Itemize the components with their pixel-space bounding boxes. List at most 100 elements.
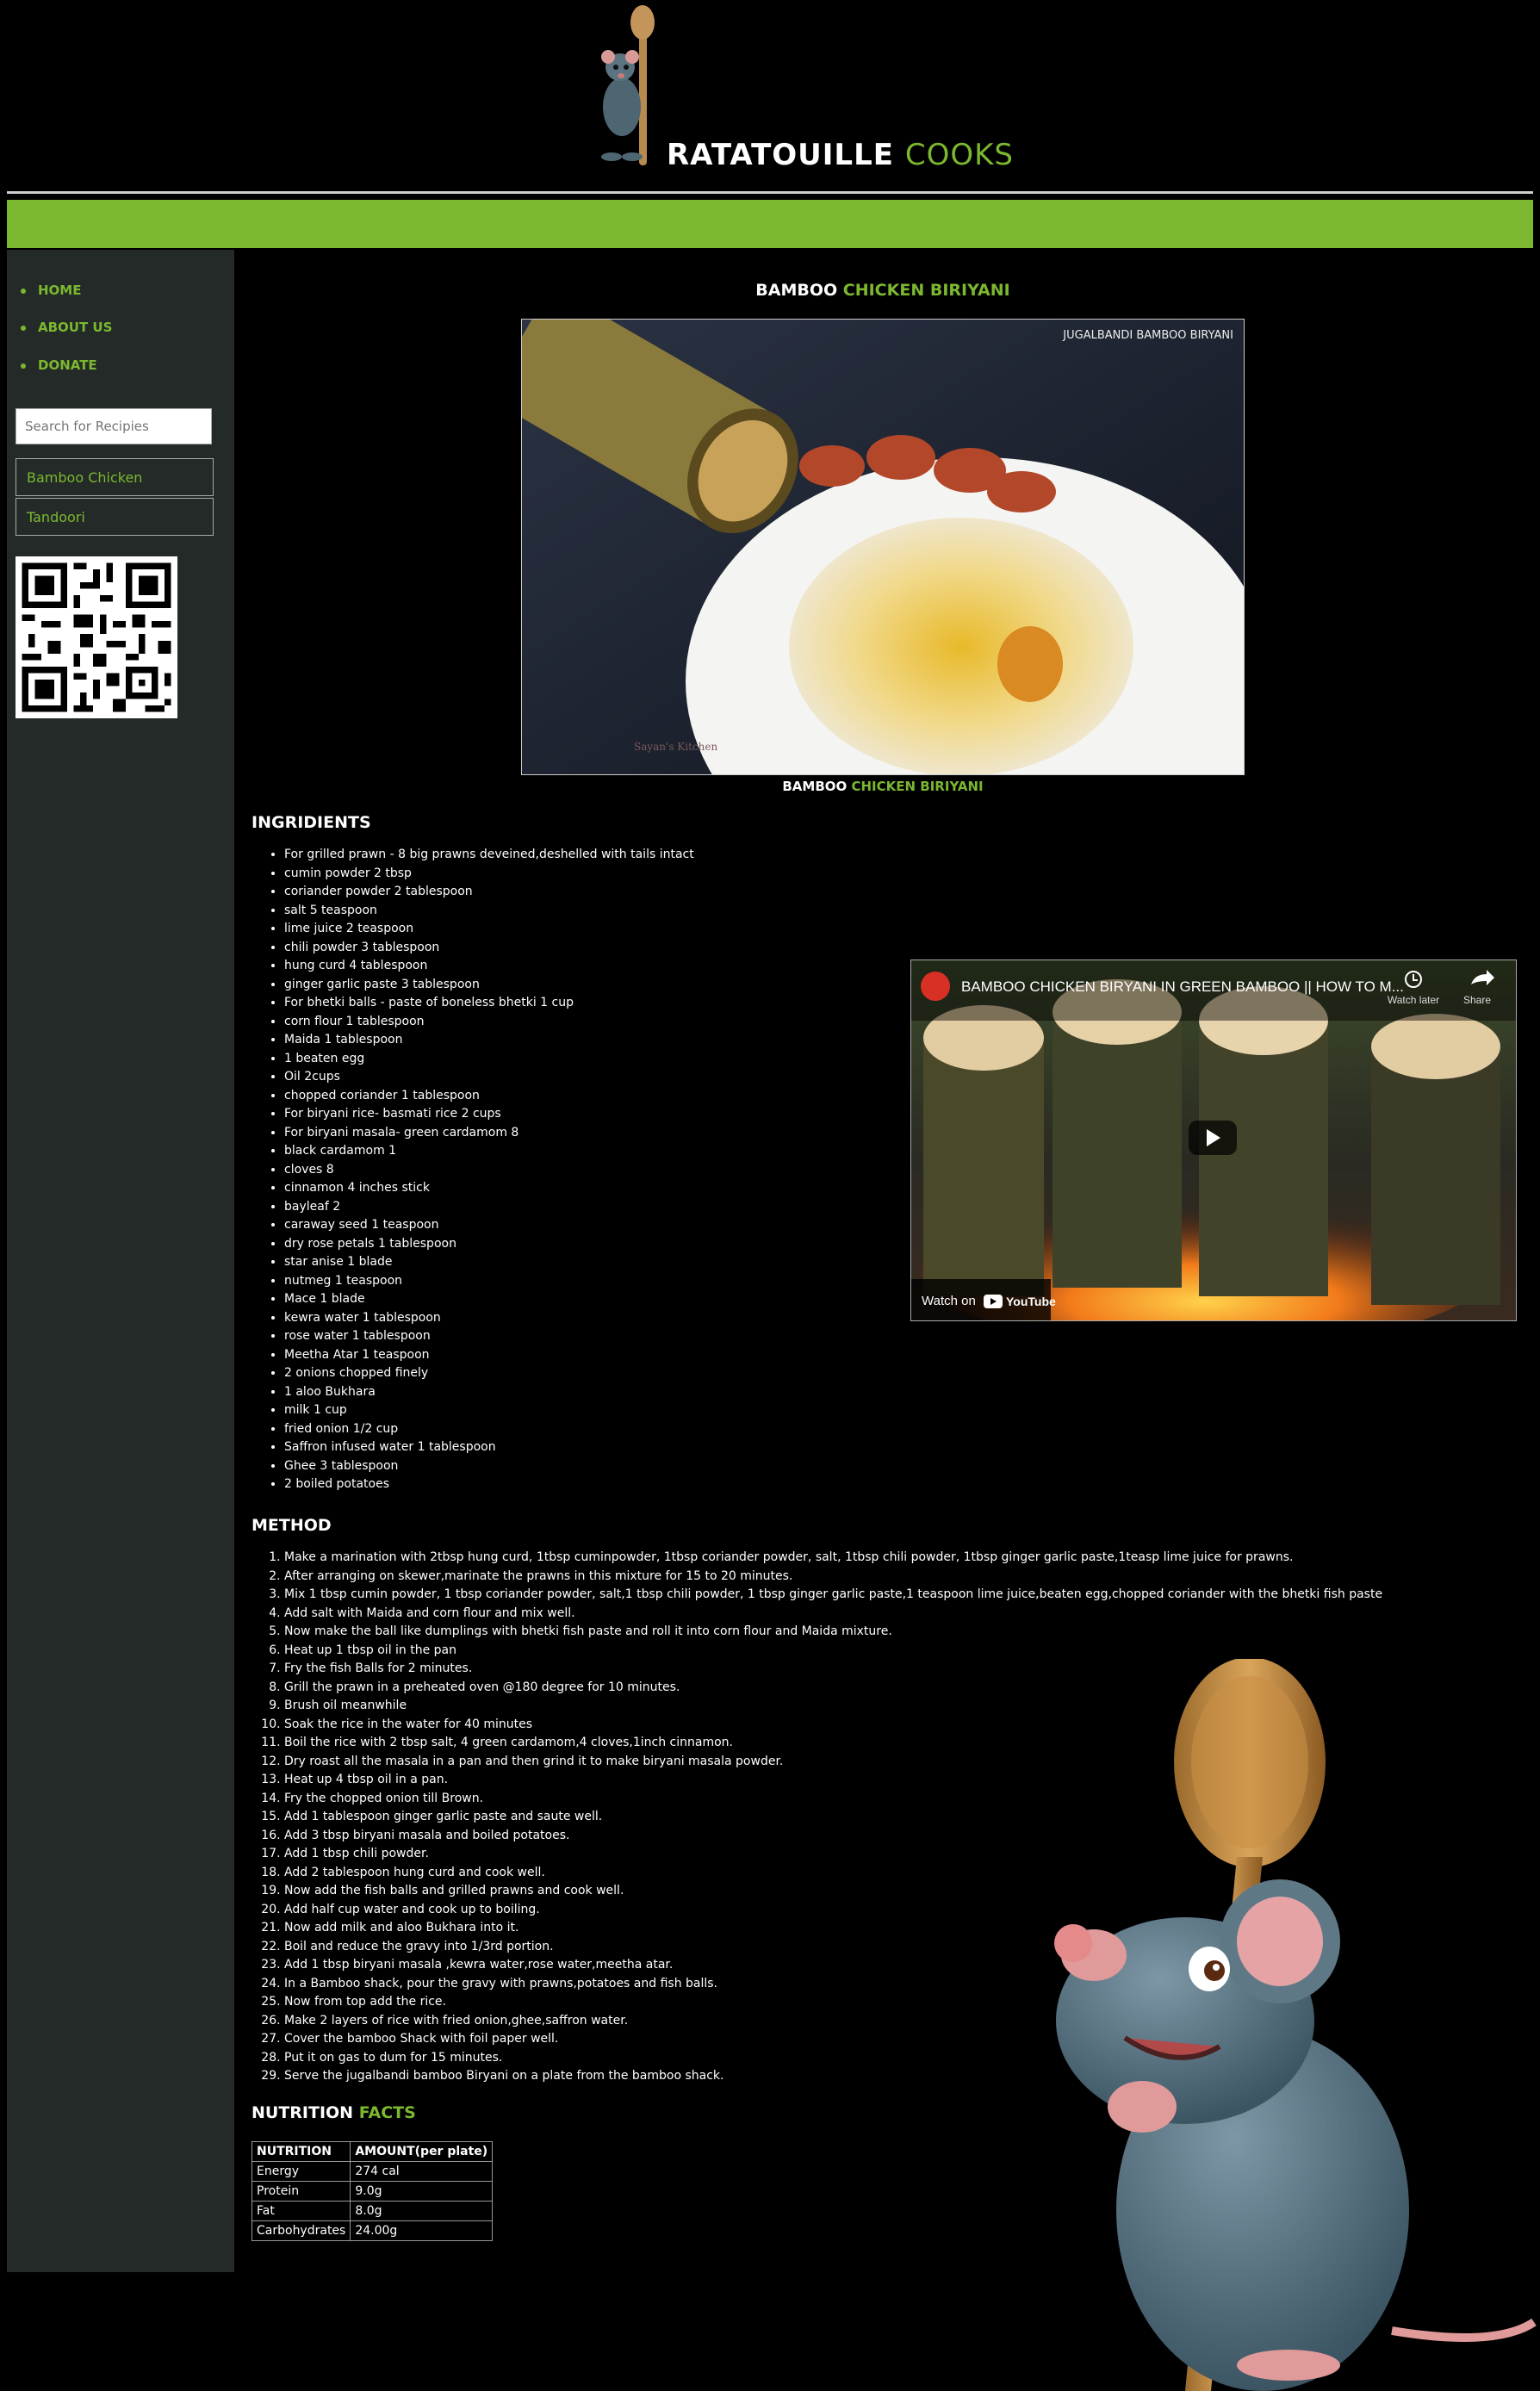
dish-title: BAMBOO CHICKEN BIRIYANI [251,281,1514,300]
table-cell: Protein [251,2181,351,2202]
site-title-part1: RATATOUILLE [667,138,905,172]
table-cell: 24.00g [350,2220,494,2241]
play-button[interactable] [1189,1121,1237,1155]
nutrition-heading: NUTRITION FACTS [251,2103,416,2122]
video-thumbnail: BAMBOO CHICKEN BIRYANI IN GREEN BAMBOO |… [911,960,1516,1320]
ingredient-item: rose water 1 tablespoon [284,1327,694,1346]
recipe-link-label: Bamboo Chicken [27,469,143,486]
nutrition-heading-part1: NUTRITION [251,2103,359,2122]
table-header: NUTRITION [251,2141,351,2162]
ingredient-item: hung curd 4 tablespoon [284,957,694,976]
ingredient-item: Saffron infused water 1 tablespoon [284,1438,694,1457]
table-cell: Fat [251,2201,351,2221]
table-cell: 274 cal [350,2161,494,2182]
ingredient-item: 1 beaten egg [284,1050,694,1069]
ingredients-heading: INGRIDIENTS [251,813,371,832]
site-header: RATATOUILLE COOKS [0,0,1540,189]
watch-on-label: Watch on [922,1294,976,1308]
nav-donate[interactable]: DONATE [21,357,97,373]
ingredient-item: milk 1 cup [284,1401,694,1420]
ingredient-item: Maida 1 tablespoon [284,1031,694,1050]
ingredient-item: fried onion 1/2 cup [284,1420,694,1439]
ingredient-item: Mace 1 blade [284,1290,694,1309]
nutrition-table: NUTRITION AMOUNT(per plate) Energy 274 c… [251,2141,494,2241]
bullet-icon [21,363,26,369]
ingredient-item: kewra water 1 tablespoon [284,1309,694,1328]
photo-caption-part2: CHICKEN BIRIYANI [851,779,984,794]
table-header-row: NUTRITION AMOUNT(per plate) [251,2141,494,2162]
ingredient-item: black cardamom 1 [284,1142,694,1161]
photo-caption-part1: BAMBOO [782,779,852,794]
ingredient-item: dry rose petals 1 tablespoon [284,1235,694,1254]
recipe-search-input[interactable] [16,408,212,444]
ingredient-item: 2 onions chopped finely [284,1364,694,1383]
table-row: Energy 274 cal [251,2161,494,2182]
ingredient-item: Ghee 3 tablespoon [284,1457,694,1476]
nav-home[interactable]: HOME [21,283,81,298]
video-title[interactable]: BAMBOO CHICKEN BIRYANI IN GREEN BAMBOO |… [961,978,1404,995]
ingredient-item: For bhetki balls - paste of boneless bhe… [284,994,694,1013]
photo-caption: BAMBOO CHICKEN BIRIYANI [251,779,1514,794]
site-title[interactable]: RATATOUILLE COOKS [667,138,1014,172]
recipe-link-label: Tandoori [27,509,85,525]
bullet-icon [21,325,26,331]
ingredient-item: coriander powder 2 tablespoon [284,883,694,902]
ingredient-item: caraway seed 1 teaspoon [284,1216,694,1235]
table-cell: Carbohydrates [251,2220,351,2241]
ingredient-item: 1 aloo Bukhara [284,1383,694,1402]
method-step: Now make the ball like dumplings with bh… [284,1623,1382,1642]
photo-watermark: Sayan's Kitchen [634,741,717,753]
photo-overlay-text: JUGALBANDI BAMBOO BIRYANI [1062,329,1233,342]
table-row: Fat 8.0g [251,2201,494,2221]
ingredient-item: lime juice 2 teaspoon [284,920,694,939]
table-cell: 9.0g [350,2181,494,2202]
green-banner [7,200,1533,248]
table-cell: 8.0g [350,2201,494,2221]
share-label[interactable]: Share [1463,994,1491,1006]
ingredient-item: star anise 1 blade [284,1253,694,1272]
ingredient-item: cumin powder 2 tbsp [284,865,694,884]
rat-chef-illustration [1054,1659,1537,2391]
ingredient-item: For biryani rice- basmati rice 2 cups [284,1105,694,1124]
header-divider [7,191,1533,194]
nutrition-heading-part2: FACTS [358,2103,416,2122]
recipe-link-tandoori[interactable]: Tandoori [16,498,214,536]
dish-photo: JUGALBANDI BAMBOO BIRYANI Sayan's Kitche… [521,319,1245,775]
ingredient-item: cloves 8 [284,1161,694,1180]
rat-chef-logo [601,5,655,165]
ingredient-item: For grilled prawn - 8 big prawns deveine… [284,846,694,865]
nav-donate-label: DONATE [38,357,97,373]
table-header: AMOUNT(per plate) [350,2141,494,2162]
nav-about-us[interactable]: ABOUT US [21,320,112,335]
site-title-part2: COOKS [904,138,1014,172]
recipe-link-bamboo-chicken[interactable]: Bamboo Chicken [16,458,214,496]
ingredient-item: 2 boiled potatoes [284,1475,694,1494]
dish-title-part2: CHICKEN BIRIYANI [842,281,1010,300]
method-heading: METHOD [251,1516,332,1535]
ingredient-item: salt 5 teaspoon [284,902,694,921]
watch-later-label[interactable]: Watch later [1388,994,1439,1006]
bullet-icon [21,288,26,294]
method-step: Mix 1 tbsp cumin powder, 1 tbsp coriande… [284,1586,1382,1605]
method-step: After arranging on skewer,marinate the p… [284,1568,1382,1587]
method-step: Make a marination with 2tbsp hung curd, … [284,1549,1382,1568]
ingredient-item: chopped coriander 1 tablespoon [284,1087,694,1106]
nav-home-label: HOME [38,283,82,298]
watch-on-youtube-button[interactable]: Watch on YouTube [911,1279,1056,1320]
ingredients-list: For grilled prawn - 8 big prawns deveine… [251,846,694,1494]
biryani-image: JUGALBANDI BAMBOO BIRYANI Sayan's Kitche… [522,320,1244,774]
method-step: Heat up 1 tbsp oil in the pan [284,1642,1382,1661]
method-step: Add salt with Maida and corn flour and m… [284,1605,1382,1624]
table-row: Carbohydrates 24.00g [251,2220,494,2241]
ingredient-item: nutmeg 1 teaspoon [284,1272,694,1291]
table-row: Protein 9.0g [251,2181,494,2202]
sidebar: HOME ABOUT US DONATE Bamboo Chicken Tand… [7,250,234,2272]
ingredient-item: Meetha Atar 1 teaspoon [284,1346,694,1365]
ingredient-item: chili powder 3 tablespoon [284,939,694,958]
youtube-embed[interactable]: BAMBOO CHICKEN BIRYANI IN GREEN BAMBOO |… [910,960,1517,1321]
ingredient-item: For biryani masala- green cardamom 8 [284,1124,694,1143]
ingredient-item: Oil 2cups [284,1068,694,1087]
youtube-label: YouTube [1006,1295,1056,1308]
qr-code [16,556,177,718]
channel-avatar[interactable] [921,972,950,1001]
